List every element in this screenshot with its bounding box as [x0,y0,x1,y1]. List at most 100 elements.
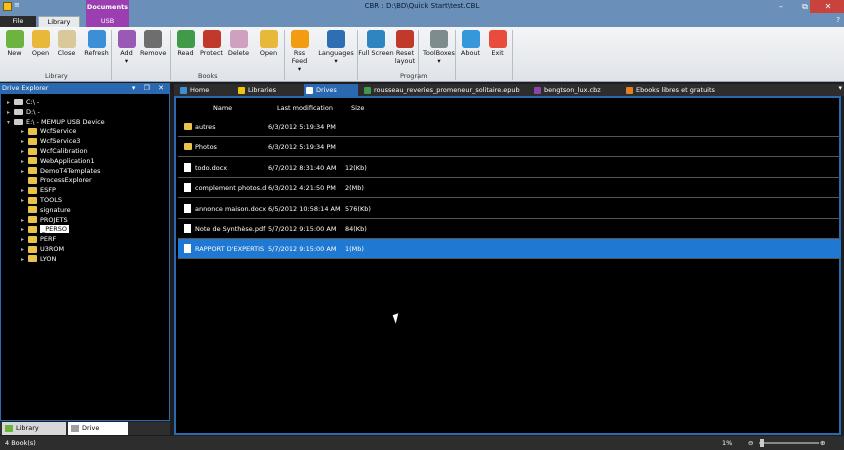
tree-item[interactable]: ▸ DemoT4Templates [21,166,100,176]
ribbon-button-open[interactable]: Open [28,30,53,57]
minimize-button[interactable]: – [770,0,792,13]
document-tab-label: Ebooks libres et gratuits [636,86,715,94]
file-modified: 6/7/2012 8:31:40 AM [268,163,337,172]
drive-icon [14,118,23,125]
document-tab-icon [180,87,187,94]
tab-file[interactable]: File [0,16,36,27]
file-name: annonce maison.docx [195,204,267,213]
tree-item[interactable]: signature [21,205,71,215]
tree-item[interactable]: ▸ WebApplication1 [21,156,95,166]
ribbon-button-protect[interactable]: Protect [199,30,224,57]
file-row[interactable]: RAPPORT D'EXPERTIS 5/7/2012 9:15:00 AM 1(M… [178,239,841,260]
ribbon-button-delete[interactable]: Delete [226,30,251,57]
ribbon-button-toolboxes[interactable]: ToolBoxes ▾ [421,30,457,65]
file-row[interactable]: todo.docx 6/7/2012 8:31:40 AM 12(Kb) [178,158,841,178]
tab-usb[interactable]: USB [86,16,129,27]
document-tab[interactable]: Drives [304,84,358,96]
context-tab-group: Documents USB [86,0,129,27]
ribbon-button-open[interactable]: Open [256,30,281,57]
file-row[interactable]: Photos 6/3/2012 5:19:34 PM [178,137,841,158]
ribbon-button-add[interactable]: Add ▾ [114,30,139,65]
tree-item[interactable]: ProcessExplorer [21,175,92,185]
folder-icon [28,245,37,253]
file-row[interactable]: autres 6/3/2012 5:19:34 PM [178,117,841,137]
ribbon-button-remove[interactable]: Remove [140,30,166,57]
tree-item[interactable]: ▸ WcfService [21,126,76,136]
tree-item[interactable]: ▸ WcfCalibration [21,146,88,156]
tab-library[interactable]: Library [38,16,80,27]
library-icon [5,425,13,432]
document-tab[interactable]: Ebooks libres et gratuits [624,84,744,96]
ribbon-button-exit[interactable]: Exit [485,30,510,57]
tree-item[interactable]: ▸ ESFP [21,185,56,195]
zoom-slider[interactable] [759,442,819,444]
file-size: 576(Kb) [345,204,371,213]
tab-library-explorer[interactable]: Library Explorer [2,422,66,445]
ribbon-separator [357,30,358,80]
ribbon-button-read[interactable]: Read [173,30,198,57]
ribbon-button-close[interactable]: Close [54,30,79,57]
file-size: 12(Kb) [345,163,367,172]
ribbon-button-refresh[interactable]: Refresh [84,30,109,57]
document-tab[interactable]: Libraries [236,84,300,96]
ribbon-button-label: Protect [200,49,223,57]
tree-expander-icon[interactable]: ▸ [21,255,28,265]
ribbon-button-rss-feed[interactable]: Rss Feed ▾ [287,30,312,73]
tree-item[interactable]: ▸ WcfService3 [21,136,80,146]
tree-item[interactable]: ▸ TOOLS [21,195,62,205]
tree-item-label: D:\ - [26,107,40,116]
tree-item[interactable]: ▸ PROJETS [21,215,68,225]
tree-item[interactable]: ▸ U3ROM [21,244,64,254]
tree-item-label: C:\ - [26,98,40,106]
tree-item[interactable]: ▸ _PERSO [21,224,70,234]
exit-icon [488,30,507,48]
toolboxes-icon [430,30,448,48]
delete-icon [229,30,248,48]
dropdown-arrow-icon: ▾ [124,57,129,65]
tree-item-label: LYON [40,254,57,263]
tab-drive-explorer[interactable]: Drive Explorer [68,422,128,445]
tree-item-label: ESFP [40,186,56,195]
document-tab-label: rousseau_reveries_promeneur_solitaire.ep… [374,86,520,94]
help-icon[interactable]: ? [836,16,840,24]
zoom-out-icon[interactable]: ⊖ [748,436,753,450]
close-icon [57,30,76,48]
ribbon-button-about[interactable]: About [458,30,483,57]
tree-item[interactable]: ▸ C:\ - [7,97,39,107]
close-button[interactable]: ✕ [810,0,844,13]
file-modified: 5/7/2012 9:15:00 AM [268,245,337,254]
tree-expander-icon[interactable]: ▾ [7,118,14,128]
file-row[interactable]: annonce maison.docx 6/5/2012 10:58:14 AM 5… [178,199,841,219]
zoom-slider-thumb[interactable] [760,439,764,447]
file-name: Photos [195,143,217,152]
file-modified: 5/7/2012 9:15:00 AM [268,225,337,233]
document-tab-icon [306,87,313,94]
document-tab[interactable]: rousseau_reveries_promeneur_solitaire.ep… [362,84,528,96]
folder-icon [28,186,37,194]
tree-item[interactable]: ▸ D:\ - [7,107,40,117]
ribbon-button-label: Open [31,49,50,57]
remove-icon [143,30,162,48]
open-icon [31,30,50,48]
tree-item[interactable]: ▾ E:\ - MEMUP USB Device [7,117,105,127]
zoom-in-icon[interactable]: ⊕ [820,436,825,450]
ribbon-button-languages[interactable]: Languages ▾ [318,30,354,65]
file-row[interactable]: complement photos.d 6/3/2012 4:21:50 PM 2(… [178,178,841,199]
dock-pane-controls[interactable]: ▾ ❐ ✕ [132,83,167,93]
tree-item[interactable]: ▸ LYON [21,254,56,264]
folder-icon [184,123,192,130]
ribbon-separator [170,30,171,80]
tab-list-menu-icon[interactable]: ▾ [838,84,842,92]
document-tab[interactable]: bengtson_lux.cbz [532,84,620,96]
column-header-name[interactable]: Name [213,102,232,114]
ribbon-button-label: Add [120,49,133,57]
document-tab[interactable]: Home [178,84,232,96]
tree-item-label: DemoT4Templates [40,166,101,175]
column-header-modified[interactable]: Last modification [277,102,333,114]
document-tab-icon [364,87,371,94]
add-icon [117,30,136,48]
column-header-size[interactable]: Size [351,102,364,114]
file-row[interactable]: Note de Synthèse.pdf 5/7/2012 9:15:00 AM 8… [178,219,841,239]
tree-item[interactable]: ▸ PERF [21,234,56,244]
ribbon-button-new[interactable]: New [2,30,27,57]
